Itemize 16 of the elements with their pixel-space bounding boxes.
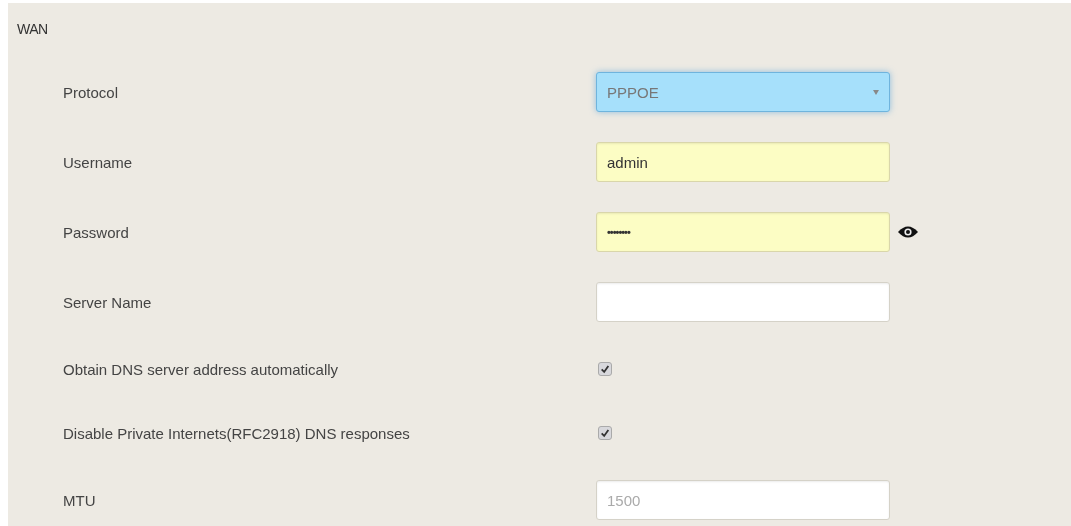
field-label: Password xyxy=(62,223,130,241)
eye-icon[interactable] xyxy=(898,225,918,239)
field-label: Server Name xyxy=(62,293,153,311)
caret-icon xyxy=(873,89,879,95)
checkbox[interactable] xyxy=(598,426,612,440)
section-title: WAN xyxy=(17,20,48,38)
field-label: MTU xyxy=(62,491,97,509)
checkbox[interactable] xyxy=(598,362,612,376)
field-label: Disable Private Internets(RFC2918) DNS responses xyxy=(62,424,411,442)
field-label: Username xyxy=(62,153,134,171)
input-field[interactable]: 1500 xyxy=(596,480,890,520)
password-field[interactable]: •••••••• xyxy=(596,212,890,252)
field-label: Protocol xyxy=(62,83,120,101)
input-field[interactable]: admin xyxy=(596,142,890,182)
input-field[interactable] xyxy=(596,282,890,322)
field-label: Obtain DNS server address automatically xyxy=(62,360,340,378)
